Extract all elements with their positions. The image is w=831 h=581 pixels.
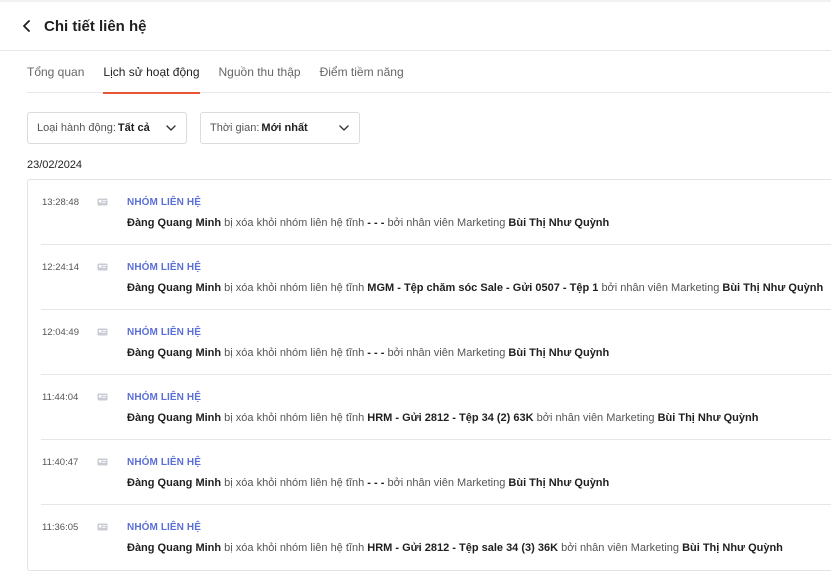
staff-name: Bùi Thị Như Quỳnh bbox=[508, 217, 610, 229]
contact-name[interactable]: Đàng Quang Minh bbox=[127, 282, 221, 294]
action-text: bị xóa khỏi nhóm liên hệ tĩnh bbox=[224, 347, 365, 359]
staff-name: Bùi Thị Như Quỳnh bbox=[657, 412, 759, 424]
activity-category: NHÓM LIÊN HỆ bbox=[127, 392, 201, 403]
activity-time: 13:28:48 bbox=[42, 197, 79, 208]
contact-card-icon bbox=[97, 198, 108, 206]
time-value: Mới nhất bbox=[261, 122, 308, 134]
tab-overview[interactable]: Tổng quan bbox=[27, 51, 84, 93]
group-name: MGM - Tệp chăm sóc Sale - Gửi 0507 - Tệp… bbox=[367, 282, 599, 294]
contact-card-icon bbox=[97, 458, 108, 466]
contact-card-icon bbox=[97, 328, 108, 336]
by-text: bởi nhân viên Marketing bbox=[561, 542, 679, 554]
activity-time: 11:36:05 bbox=[42, 522, 79, 533]
page-title: Chi tiết liên hệ bbox=[44, 17, 147, 35]
contact-card-icon bbox=[97, 523, 108, 531]
activity-description: Đàng Quang Minh bị xóa khỏi nhóm liên hệ… bbox=[127, 412, 758, 424]
activity-category: NHÓM LIÊN HỆ bbox=[127, 457, 201, 468]
staff-name: Bùi Thị Như Quỳnh bbox=[682, 542, 783, 554]
activity-description: Đàng Quang Minh bị xóa khỏi nhóm liên hệ… bbox=[127, 477, 609, 489]
activity-row: 13:28:48 NHÓM LIÊN HỆ Đàng Quang Minh bị… bbox=[41, 180, 831, 245]
contact-name[interactable]: Đàng Quang Minh bbox=[127, 347, 221, 359]
group-name: HRM - Gửi 2812 - Tệp 34 (2) 63K bbox=[367, 412, 534, 424]
activity-time: 11:44:04 bbox=[42, 392, 79, 403]
activity-row: 12:04:49 NHÓM LIÊN HỆ Đàng Quang Minh bị… bbox=[41, 310, 831, 375]
activity-category: NHÓM LIÊN HỆ bbox=[127, 262, 201, 273]
activity-description: Đàng Quang Minh bị xóa khỏi nhóm liên hệ… bbox=[127, 282, 823, 294]
activity-category: NHÓM LIÊN HỆ bbox=[127, 522, 201, 533]
date-heading: 23/02/2024 bbox=[27, 159, 83, 171]
action-type-select[interactable]: Loại hành động: Tất cả bbox=[27, 112, 187, 144]
contact-name[interactable]: Đàng Quang Minh bbox=[127, 412, 221, 424]
contact-card-icon bbox=[97, 263, 108, 271]
activity-row: 11:44:04 NHÓM LIÊN HỆ Đàng Quang Minh bị… bbox=[41, 375, 831, 440]
tab-potential-score[interactable]: Điểm tiềm năng bbox=[320, 51, 404, 93]
contact-name[interactable]: Đàng Quang Minh bbox=[127, 477, 221, 489]
tab-bar: Tổng quan Lịch sử hoạt động Nguồn thu th… bbox=[27, 51, 831, 94]
activity-description: Đàng Quang Minh bị xóa khỏi nhóm liên hệ… bbox=[127, 542, 783, 554]
action-type-label: Loại hành động: bbox=[37, 122, 116, 134]
activity-list: 13:28:48 NHÓM LIÊN HỆ Đàng Quang Minh bị… bbox=[27, 179, 831, 571]
activity-row: 12:24:14 NHÓM LIÊN HỆ Đàng Quang Minh bị… bbox=[41, 245, 831, 310]
group-name: HRM - Gửi 2812 - Tệp sale 34 (3) 36K bbox=[367, 542, 559, 554]
time-select[interactable]: Thời gian: Mới nhất bbox=[200, 112, 360, 144]
group-name: - - - bbox=[367, 477, 385, 489]
chevron-down-icon bbox=[339, 125, 349, 131]
activity-category: NHÓM LIÊN HỆ bbox=[127, 327, 201, 338]
by-text: bởi nhân viên Marketing bbox=[387, 347, 506, 359]
action-type-value: Tất cả bbox=[117, 122, 150, 134]
tab-source[interactable]: Nguồn thu thập bbox=[219, 51, 301, 93]
contact-card-icon bbox=[97, 393, 108, 401]
action-text: bị xóa khỏi nhóm liên hệ tĩnh bbox=[224, 282, 365, 294]
tab-activity-history[interactable]: Lịch sử hoạt động bbox=[103, 51, 200, 94]
action-text: bị xóa khỏi nhóm liên hệ tĩnh bbox=[224, 217, 365, 229]
activity-category: NHÓM LIÊN HỆ bbox=[127, 197, 201, 208]
chevron-left-icon bbox=[23, 20, 30, 32]
page-header: Chi tiết liên hệ bbox=[0, 2, 831, 51]
content: Tổng quan Lịch sử hoạt động Nguồn thu th… bbox=[0, 51, 831, 571]
contact-name[interactable]: Đàng Quang Minh bbox=[127, 542, 221, 554]
group-name: - - - bbox=[367, 347, 385, 359]
contact-name[interactable]: Đàng Quang Minh bbox=[127, 217, 221, 229]
staff-name: Bùi Thị Như Quỳnh bbox=[508, 347, 610, 359]
staff-name: Bùi Thị Như Quỳnh bbox=[722, 282, 824, 294]
group-name: - - - bbox=[367, 217, 385, 229]
by-text: bởi nhân viên Marketing bbox=[387, 477, 506, 489]
activity-time: 12:04:49 bbox=[42, 327, 79, 338]
staff-name: Bùi Thị Như Quỳnh bbox=[508, 477, 610, 489]
chevron-down-icon bbox=[166, 125, 176, 131]
by-text: bởi nhân viên Marketing bbox=[536, 412, 655, 424]
filter-bar: Loại hành động: Tất cả Thời gian: Mới nh… bbox=[27, 112, 831, 144]
by-text: bởi nhân viên Marketing bbox=[601, 282, 720, 294]
activity-description: Đàng Quang Minh bị xóa khỏi nhóm liên hệ… bbox=[127, 347, 609, 359]
action-text: bị xóa khỏi nhóm liên hệ tĩnh bbox=[224, 542, 365, 554]
back-button[interactable] bbox=[18, 17, 36, 35]
activity-time: 12:24:14 bbox=[42, 262, 79, 273]
action-text: bị xóa khỏi nhóm liên hệ tĩnh bbox=[224, 412, 365, 424]
activity-row: 11:36:05 NHÓM LIÊN HỆ Đàng Quang Minh bị… bbox=[41, 505, 831, 570]
time-label: Thời gian: bbox=[210, 122, 260, 134]
activity-row: 11:40:47 NHÓM LIÊN HỆ Đàng Quang Minh bị… bbox=[41, 440, 831, 505]
activity-description: Đàng Quang Minh bị xóa khỏi nhóm liên hệ… bbox=[127, 217, 609, 229]
action-text: bị xóa khỏi nhóm liên hệ tĩnh bbox=[224, 477, 365, 489]
by-text: bởi nhân viên Marketing bbox=[387, 217, 506, 229]
activity-time: 11:40:47 bbox=[42, 457, 79, 468]
